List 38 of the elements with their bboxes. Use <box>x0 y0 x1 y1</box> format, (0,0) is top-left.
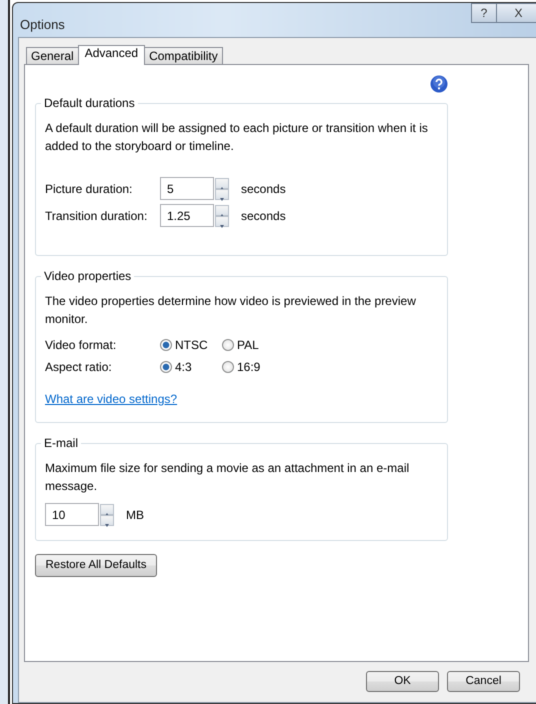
group-description: Maximum file size for sending a movie as an attachment in an e-mail message. <box>45 460 410 495</box>
field-label: Video format: <box>45 337 118 354</box>
restore-defaults-button[interactable]: Restore All Defaults <box>35 554 157 578</box>
radio-label: PAL <box>237 337 259 354</box>
cancel-button[interactable]: Cancel <box>447 671 520 692</box>
tab[interactable]: Compatibility <box>144 47 223 64</box>
radio-button[interactable] <box>160 361 172 373</box>
tab[interactable]: Advanced <box>78 45 146 65</box>
close-button[interactable]: X <box>497 3 536 23</box>
help-icon[interactable] <box>430 75 448 93</box>
number-field[interactable]: 1.25 <box>160 204 214 227</box>
ok-button[interactable]: OK <box>366 671 439 692</box>
group-title: Default durations <box>43 97 136 109</box>
help-link[interactable]: What are video settings? <box>45 390 178 408</box>
group-title: Video properties <box>43 270 132 282</box>
group-title: E-mail <box>43 437 80 449</box>
group-description: A default duration will be assigned to each picture or transition when it is added to the storyboard or timeline. <box>45 120 429 155</box>
radio-label: 16:9 <box>237 359 260 376</box>
group-description: The video properties determine how video is previewed in the preview monitor. <box>45 293 417 328</box>
unit-label: seconds <box>241 208 286 224</box>
spin-down-button[interactable] <box>215 216 229 226</box>
radio-button[interactable] <box>222 339 234 351</box>
number-field[interactable]: 5 <box>160 177 214 200</box>
field-label: Picture duration: <box>45 180 134 198</box>
radio-button[interactable] <box>222 361 234 373</box>
window-title: Options <box>20 16 65 34</box>
field-label: Aspect ratio: <box>45 359 113 376</box>
tab[interactable]: General <box>26 47 79 64</box>
help-button[interactable]: ? <box>471 3 497 23</box>
unit-label: MB <box>126 506 144 524</box>
radio-label: NTSC <box>175 337 208 354</box>
radio-label: 4:3 <box>175 359 192 376</box>
radio-button[interactable] <box>160 339 172 351</box>
spin-down-button[interactable] <box>215 188 229 200</box>
number-field[interactable]: 10 <box>45 503 99 526</box>
unit-label: seconds <box>241 180 286 198</box>
spin-down-button[interactable] <box>100 514 114 526</box>
field-label: Transition duration: <box>45 208 148 224</box>
